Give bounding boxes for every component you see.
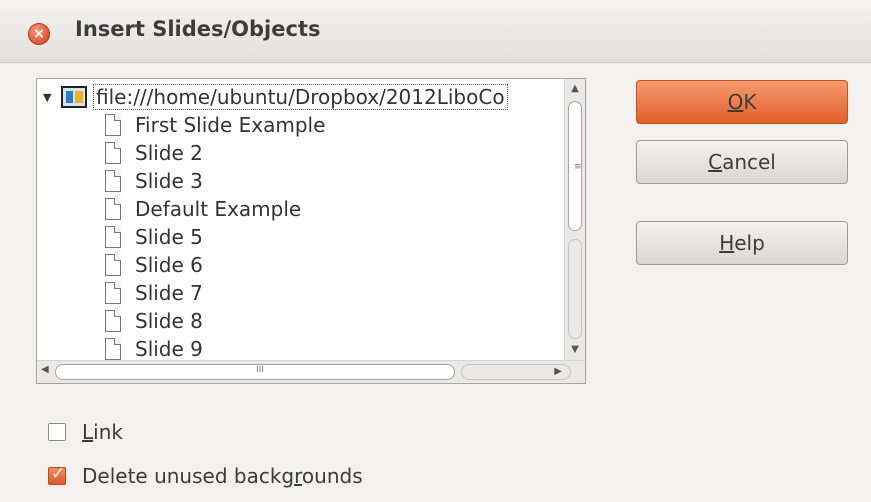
link-checkbox[interactable] bbox=[48, 423, 66, 441]
grip-icon: III bbox=[256, 365, 264, 375]
link-mnemonic: L bbox=[82, 420, 94, 444]
delete-mnemonic: r bbox=[294, 464, 302, 488]
vertical-scrollbar[interactable]: ▲ ≡ ▼ bbox=[564, 79, 585, 361]
tree-item-label: Slide 3 bbox=[135, 169, 203, 193]
horizontal-scroll-thumb[interactable]: III bbox=[55, 364, 455, 380]
tree-item[interactable]: Slide 5 bbox=[105, 223, 203, 251]
tree-item[interactable]: Slide 2 bbox=[105, 139, 203, 167]
close-icon[interactable]: × bbox=[28, 23, 50, 45]
tree-list: ▼ file:///home/ubuntu/Dropbox/2012LiboCo… bbox=[37, 79, 585, 361]
horizontal-scrollbar[interactable]: ◀ III ▶ bbox=[37, 360, 585, 383]
vertical-scroll-track[interactable] bbox=[568, 239, 582, 339]
cancel-label: ancel bbox=[722, 150, 776, 174]
vertical-scroll-thumb[interactable]: ≡ bbox=[568, 101, 582, 231]
cancel-button[interactable]: Cancel bbox=[636, 140, 848, 184]
document-icon bbox=[105, 226, 121, 248]
ok-mnemonic: O bbox=[727, 90, 744, 114]
tree-item[interactable]: Slide 7 bbox=[105, 279, 203, 307]
dialog-title: Insert Slides/Objects bbox=[75, 17, 321, 41]
link-label-rest: ink bbox=[93, 420, 123, 444]
tree-item[interactable]: Slide 8 bbox=[105, 307, 203, 335]
presentation-icon bbox=[61, 86, 87, 108]
delete-unused-backgrounds-option[interactable]: Delete unused backgrounds bbox=[48, 464, 363, 488]
tree-root-label: file:///home/ubuntu/Dropbox/2012LiboCo bbox=[93, 84, 508, 110]
help-button[interactable]: Help bbox=[636, 221, 848, 265]
document-icon bbox=[105, 198, 121, 220]
help-label: elp bbox=[734, 231, 765, 255]
ok-button[interactable]: OK bbox=[636, 80, 848, 124]
tree-item-label: Default Example bbox=[135, 197, 302, 221]
tree-item[interactable]: Default Example bbox=[105, 195, 301, 223]
tree-item-label: Slide 6 bbox=[135, 253, 203, 277]
tree-item[interactable]: Slide 6 bbox=[105, 251, 203, 279]
document-icon bbox=[105, 142, 121, 164]
link-label[interactable]: Link bbox=[82, 420, 123, 444]
title-bar: × Insert Slides/Objects bbox=[0, 0, 871, 63]
collapse-arrow-icon[interactable]: ▼ bbox=[43, 91, 61, 104]
cancel-mnemonic: C bbox=[708, 150, 723, 174]
document-icon bbox=[105, 282, 121, 304]
tree-item[interactable]: Slide 3 bbox=[105, 167, 203, 195]
delete-label-after: ounds bbox=[301, 464, 363, 488]
grip-icon: ≡ bbox=[574, 162, 582, 172]
scroll-right-icon[interactable]: ▶ bbox=[461, 364, 571, 380]
scroll-down-icon[interactable]: ▼ bbox=[567, 342, 583, 358]
help-mnemonic: H bbox=[719, 231, 735, 255]
tree-item-label: Slide 8 bbox=[135, 309, 203, 333]
tree-item[interactable]: Slide 9 bbox=[105, 335, 203, 361]
tree-item-label: Slide 9 bbox=[135, 337, 203, 361]
document-icon bbox=[105, 114, 121, 136]
ok-label: K bbox=[743, 90, 757, 114]
tree-item-label: Slide 2 bbox=[135, 141, 203, 165]
document-icon bbox=[105, 254, 121, 276]
slide-tree[interactable]: ▼ file:///home/ubuntu/Dropbox/2012LiboCo… bbox=[36, 78, 586, 384]
document-icon bbox=[105, 338, 121, 360]
tree-item-label: Slide 5 bbox=[135, 225, 203, 249]
link-option[interactable]: Link bbox=[48, 420, 123, 444]
document-icon bbox=[105, 170, 121, 192]
tree-item-label: Slide 7 bbox=[135, 281, 203, 305]
document-icon bbox=[105, 310, 121, 332]
scroll-up-icon[interactable]: ▲ bbox=[567, 81, 583, 97]
delete-label-before: Delete unused backg bbox=[82, 464, 295, 488]
tree-item-label: First Slide Example bbox=[135, 113, 326, 137]
tree-item[interactable]: First Slide Example bbox=[105, 111, 325, 139]
tree-root-row[interactable]: ▼ file:///home/ubuntu/Dropbox/2012LiboCo bbox=[43, 83, 508, 111]
scroll-left-icon[interactable]: ◀ bbox=[41, 364, 49, 375]
delete-unused-backgrounds-checkbox[interactable] bbox=[48, 464, 66, 485]
delete-unused-backgrounds-label[interactable]: Delete unused backgrounds bbox=[82, 464, 363, 488]
